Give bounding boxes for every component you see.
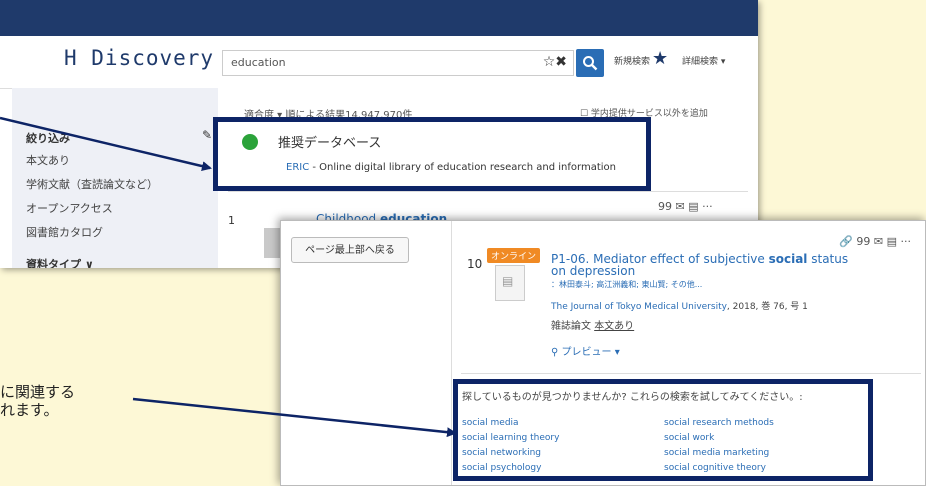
suggestion-link[interactable]: social research methods (664, 418, 774, 428)
suggestion-link[interactable]: social media marketing (664, 448, 769, 458)
discovery-logo[interactable]: H Discovery (64, 46, 214, 70)
favorites-star-icon[interactable]: ★ (652, 48, 668, 69)
result-number: 10 (467, 257, 483, 271)
result-action-icons[interactable]: 🔗 99 ✉ ▤ ··· (839, 235, 911, 248)
search-button[interactable] (576, 49, 604, 77)
divider (228, 191, 748, 192)
caption-line-2: れます。 (0, 401, 59, 419)
type-label: 雑誌論文 (551, 321, 595, 332)
result-detail-screenshot: ページ最上部へ戻る 🔗 99 ✉ ▤ ··· 10 オンライン ▤ P1-06.… (280, 220, 926, 486)
search-input[interactable]: education ☆✖ (222, 50, 574, 76)
suggestion-link[interactable]: social networking (462, 448, 541, 458)
suggestion-link[interactable]: social work (664, 433, 714, 443)
top-bar (0, 0, 758, 36)
authors[interactable]: ：林田泰斗; 高江洲義和; 東山賢; その他... (551, 279, 702, 290)
edit-pencil-icon[interactable]: ✎ (202, 128, 212, 142)
result-action-icons[interactable]: 99 ✉ ▤ ··· (658, 200, 713, 213)
back-to-top-button[interactable]: ページ最上部へ戻る (291, 237, 409, 263)
publication-type: 雑誌論文 本文あり (551, 317, 634, 332)
search-query: education (231, 56, 286, 69)
header: H Discovery education ☆✖ 新規検索 ★ 詳細検索 ▾ (0, 36, 758, 89)
divider (461, 373, 921, 374)
result-number: 1 (228, 214, 235, 227)
new-search-link[interactable]: 新規検索 (614, 54, 650, 67)
result-title-link[interactable]: P1-06. Mediator effect of subjective soc… (551, 253, 851, 277)
document-icon[interactable]: ▤ (495, 265, 525, 301)
online-badge: オンライン (487, 248, 541, 263)
journal-link[interactable]: The Journal of Tokyo Medical University (551, 302, 727, 312)
facet-fulltext[interactable]: 本文あり (26, 152, 70, 168)
suggestion-link[interactable]: social psychology (462, 463, 541, 473)
suggestion-link[interactable]: social learning theory (462, 433, 559, 443)
facet-open-access[interactable]: オープンアクセス (26, 200, 113, 216)
magnifier-icon: ⚲ (551, 347, 562, 358)
source-line: The Journal of Tokyo Medical University,… (551, 299, 808, 312)
search-suggestions: 探しているものが見つかりませんか? これらの検索を試してみてください。: soc… (453, 379, 873, 481)
suggestion-prompt: 探しているものが見つかりませんか? これらの検索を試してみてください。: (462, 392, 803, 403)
refine-title: 絞り込み (26, 132, 70, 145)
document-glyph-icon: ▤ (502, 274, 514, 288)
title-keyword: social (768, 252, 808, 266)
suggestion-link[interactable]: social cognitive theory (664, 463, 766, 473)
facet-library-catalog[interactable]: 図書館カタログ (26, 224, 103, 240)
search-icon (583, 56, 598, 71)
refine-sidebar: 絞り込み ✎ 本文あり 学術文献（査読論文など） オープンアクセス 図書館カタロ… (12, 88, 218, 268)
star-clear-icon[interactable]: ☆✖ (543, 54, 567, 70)
fulltext-link[interactable]: 本文あり (594, 321, 634, 332)
source-details: , 2018, 巻 76, 号 1 (726, 302, 808, 312)
preview-dropdown[interactable]: ⚲ プレビュー ▾ (551, 343, 620, 358)
preview-label: プレビュー ▾ (561, 347, 620, 358)
highlight-box-recommended (213, 117, 651, 191)
suggestion-link[interactable]: social media (462, 418, 519, 428)
advanced-search-link[interactable]: 詳細検索 ▾ (682, 54, 725, 67)
source-type-title[interactable]: 資料タイプ ∨ (26, 256, 94, 268)
facet-peer-reviewed[interactable]: 学術文献（査読論文など） (26, 176, 158, 192)
divider (451, 221, 452, 485)
